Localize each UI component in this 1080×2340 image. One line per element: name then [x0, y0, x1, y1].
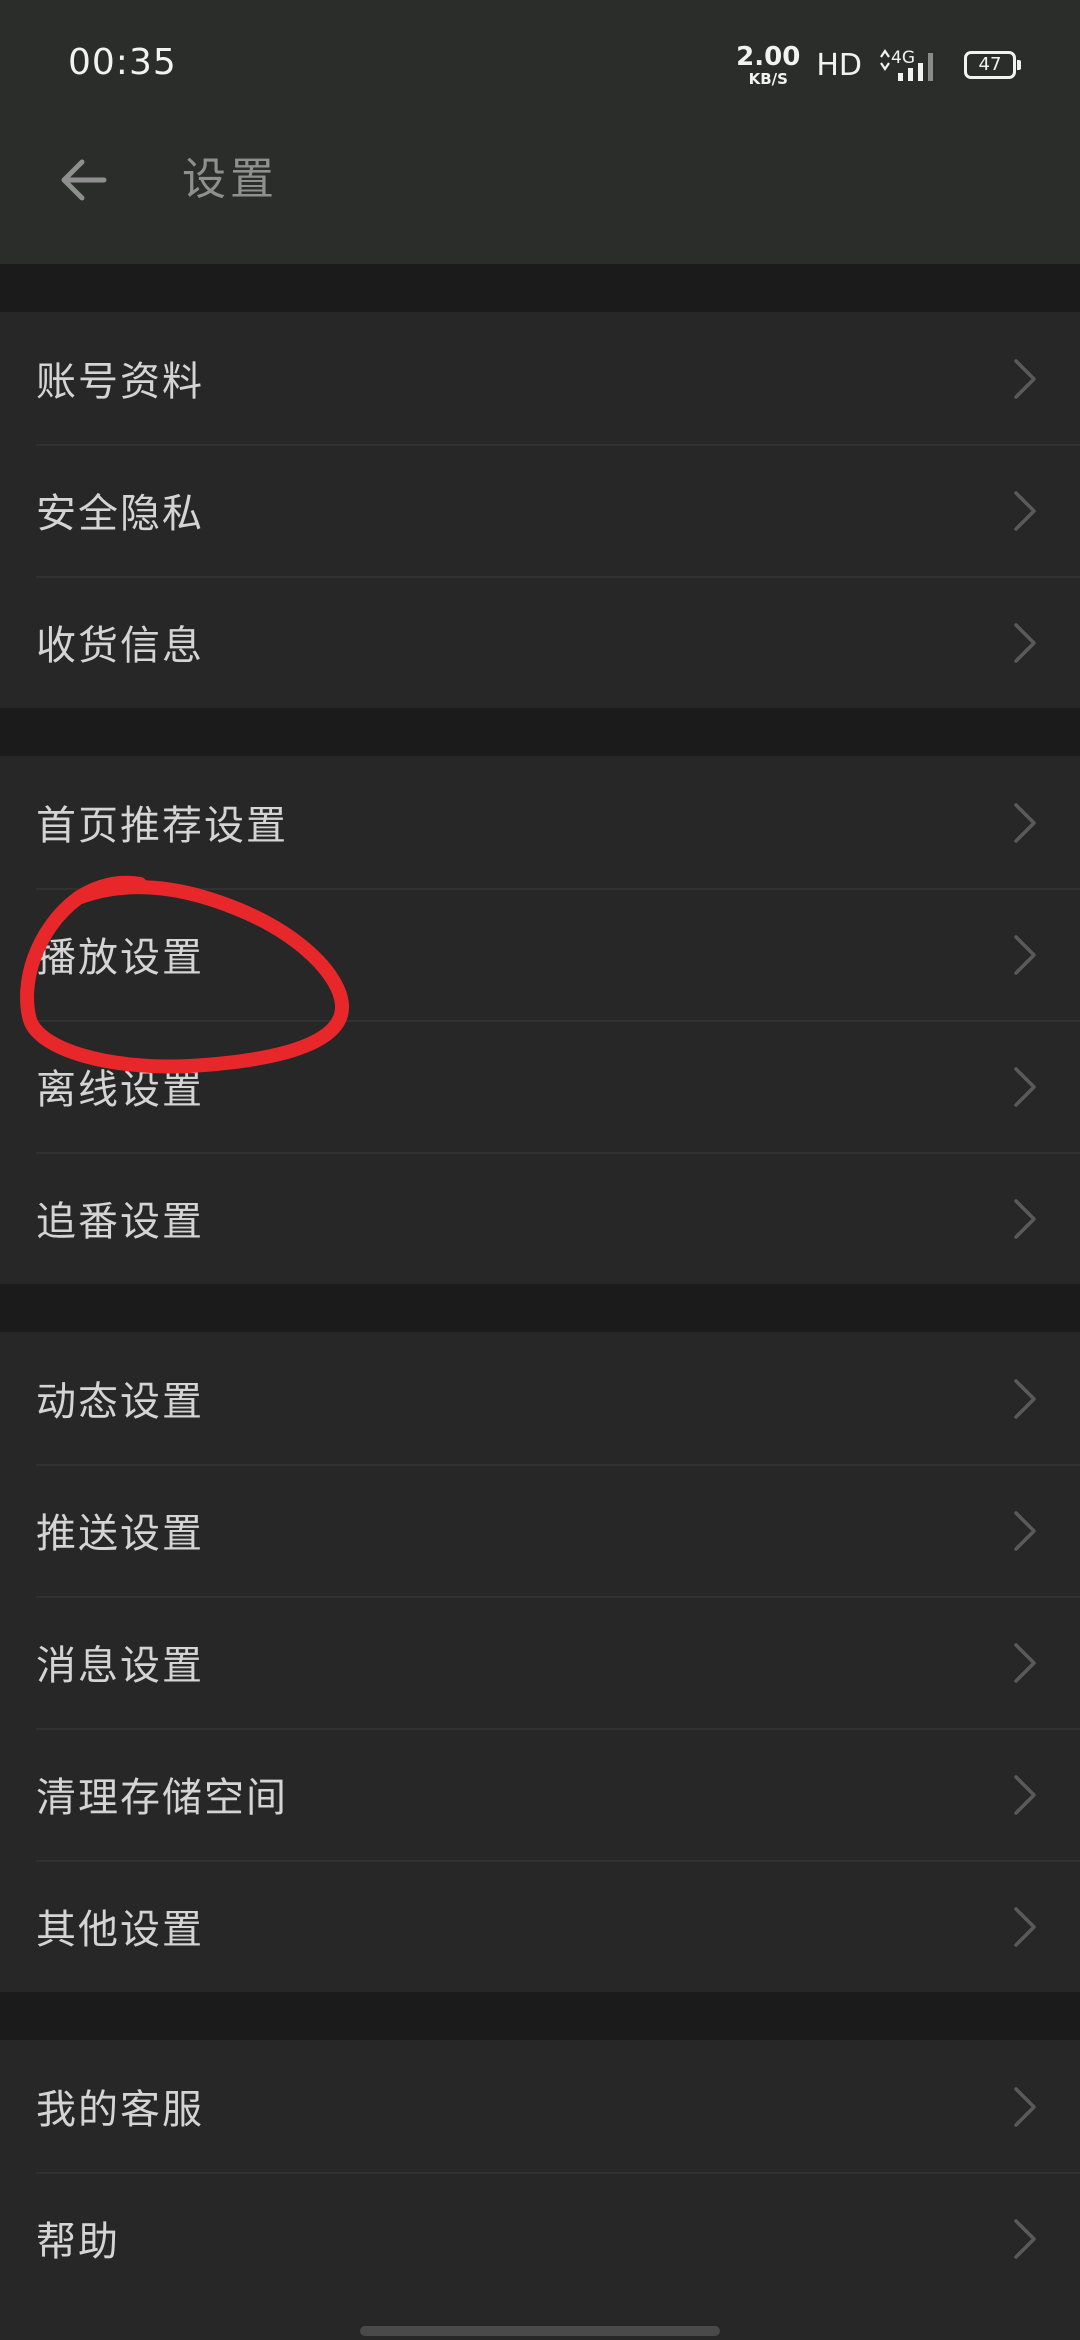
settings-item-label: 播放设置 [36, 935, 204, 981]
settings-item-label: 安全隐私 [36, 491, 204, 537]
chevron-right-icon [1014, 1775, 1036, 1815]
settings-item-label: 清理存储空间 [36, 1775, 288, 1821]
battery-level: 47 [978, 54, 1002, 75]
chevron-right-icon [1014, 359, 1036, 399]
settings-item-label: 我的客服 [36, 2087, 204, 2133]
settings-item-home-recommend[interactable]: 首页推荐设置 [0, 756, 1080, 888]
back-button[interactable] [44, 140, 124, 220]
settings-item-account-profile[interactable]: 账号资料 [0, 312, 1080, 444]
hd-indicator: HD [816, 47, 862, 83]
chevron-right-icon [1014, 1907, 1036, 1947]
network-speed-value: 2.00 [736, 41, 801, 72]
chevron-right-icon [1014, 623, 1036, 663]
settings-item-label: 消息设置 [36, 1643, 204, 1689]
settings-item-label: 追番设置 [36, 1199, 204, 1245]
network-speed-unit: KB/S [748, 69, 788, 88]
home-indicator[interactable] [360, 2326, 720, 2336]
settings-item-label: 离线设置 [36, 1067, 204, 1113]
chevron-right-icon [1014, 1643, 1036, 1683]
chevron-right-icon [1014, 2219, 1036, 2259]
app-header: 00:35 2.00 KB/S HD 4G 47 设置 [0, 0, 1080, 264]
settings-item-customer-service[interactable]: 我的客服 [0, 2040, 1080, 2172]
settings-item-offline[interactable]: 离线设置 [0, 1020, 1080, 1152]
network-speed: 2.00 KB/S [736, 44, 800, 87]
settings-item-help[interactable]: 帮助 [0, 2172, 1080, 2304]
settings-item-label: 收货信息 [36, 623, 204, 669]
settings-group-support: 我的客服 帮助 [0, 2040, 1080, 2340]
page-title: 设置 [182, 154, 278, 205]
settings-group-account: 账号资料 安全隐私 收货信息 [0, 312, 1080, 708]
settings-item-label: 帮助 [36, 2219, 120, 2265]
chevron-right-icon [1014, 1511, 1036, 1551]
settings-group-content: 首页推荐设置 播放设置 离线设置 追番设置 [0, 756, 1080, 1284]
arrow-left-icon [61, 159, 107, 201]
settings-item-label: 其他设置 [36, 1907, 204, 1953]
status-icons: 2.00 KB/S HD 4G 47 [736, 40, 1021, 90]
settings-item-playback[interactable]: 播放设置 [0, 888, 1080, 1020]
settings-group-general: 动态设置 推送设置 消息设置 清理存储空间 其他设置 [0, 1332, 1080, 1992]
settings-item-label: 首页推荐设置 [36, 803, 288, 849]
chevron-right-icon [1014, 1067, 1036, 1107]
settings-item-other[interactable]: 其他设置 [0, 1860, 1080, 1992]
settings-item-dynamic[interactable]: 动态设置 [0, 1332, 1080, 1464]
chevron-right-icon [1014, 491, 1036, 531]
settings-item-label: 推送设置 [36, 1511, 204, 1557]
chevron-right-icon [1014, 1199, 1036, 1239]
settings-item-clear-storage[interactable]: 清理存储空间 [0, 1728, 1080, 1860]
settings-item-message[interactable]: 消息设置 [0, 1596, 1080, 1728]
network-type-label: 4G [891, 48, 915, 68]
chevron-right-icon [1014, 935, 1036, 975]
chevron-right-icon [1014, 2087, 1036, 2127]
settings-screen: 00:35 2.00 KB/S HD 4G 47 设置 账号资料 安全隐私 收货… [0, 0, 1080, 2340]
settings-item-security-privacy[interactable]: 安全隐私 [0, 444, 1080, 576]
settings-item-follow-anime[interactable]: 追番设置 [0, 1152, 1080, 1284]
chevron-right-icon [1014, 1379, 1036, 1419]
battery-icon: 47 [964, 51, 1021, 79]
settings-item-shipping-info[interactable]: 收货信息 [0, 576, 1080, 708]
signal-strength-icon: 4G [880, 48, 933, 81]
settings-item-label: 账号资料 [36, 359, 204, 405]
settings-item-label: 动态设置 [36, 1379, 204, 1425]
status-time: 00:35 [68, 42, 177, 83]
settings-item-push[interactable]: 推送设置 [0, 1464, 1080, 1596]
chevron-right-icon [1014, 803, 1036, 843]
